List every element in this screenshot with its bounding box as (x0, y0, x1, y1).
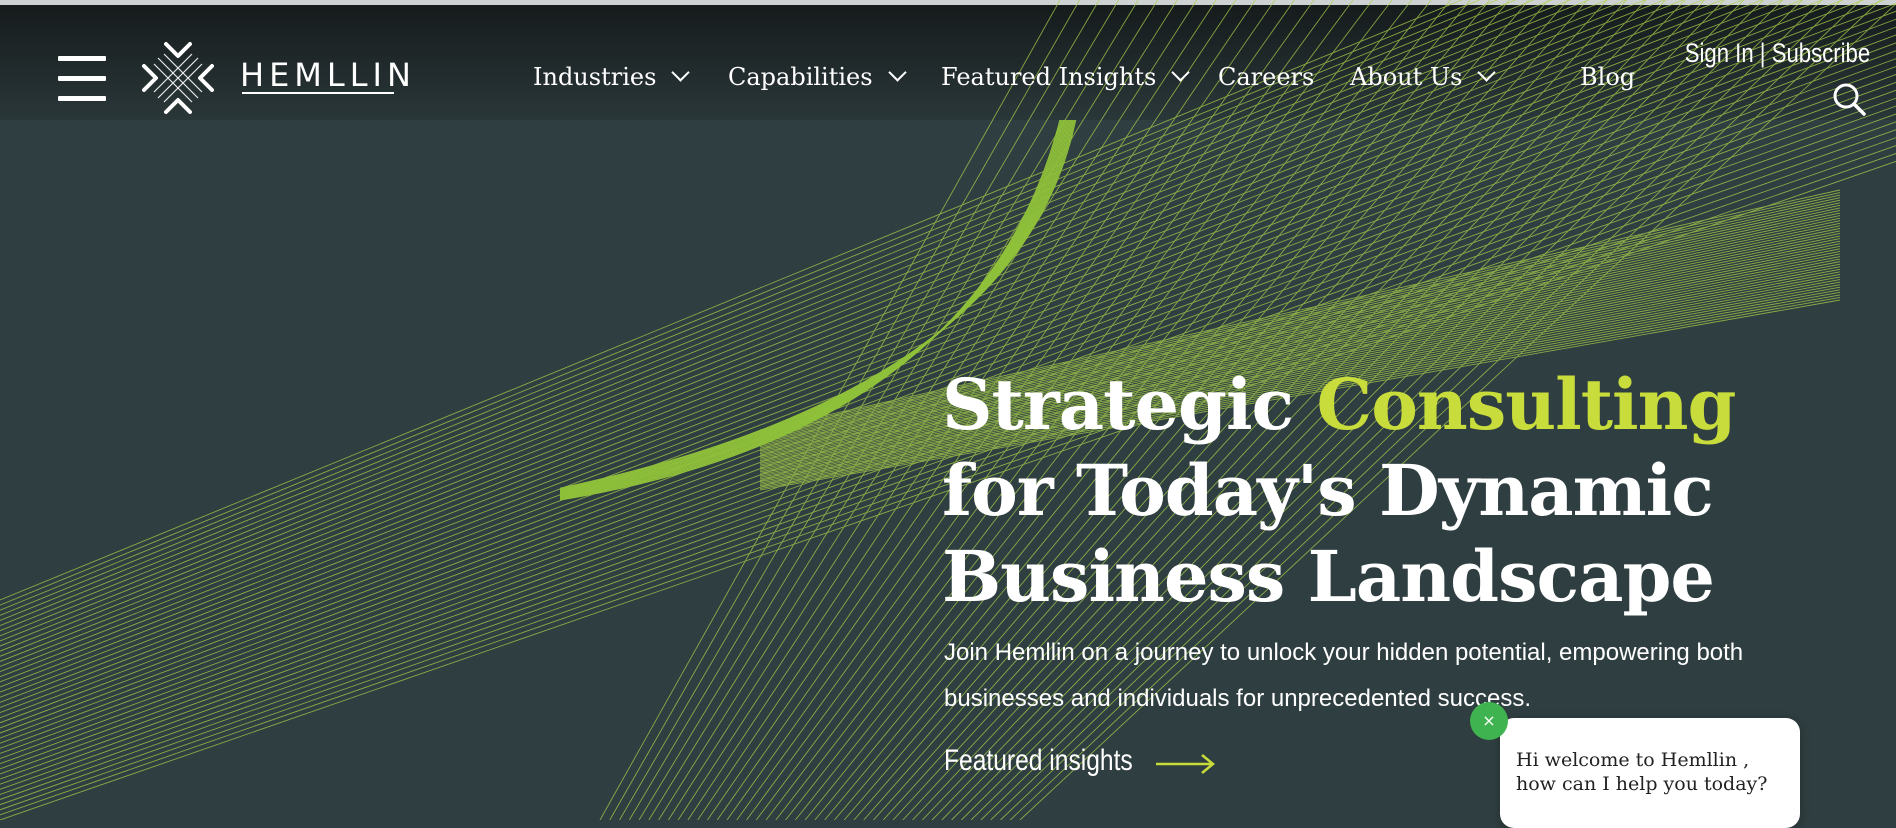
auth-links: Sign In | Subscribe (1685, 38, 1870, 69)
nav-about-us-label: About Us (1350, 63, 1463, 91)
nav-featured-insights-label: Featured Insights (941, 63, 1157, 91)
hero-title-accent: Consulting (1316, 363, 1737, 446)
chat-popup[interactable]: Hi welcome to Hemllin , how can I help y… (1500, 718, 1800, 828)
nav-featured-insights[interactable]: Featured Insights (941, 63, 1191, 91)
hero-title: Strategic Consulting for Today's Dynamic… (942, 362, 1842, 620)
nav-blog-label: Blog (1580, 63, 1636, 91)
hero-subtitle: Join Hemllin on a journey to unlock your… (944, 639, 1744, 712)
logo-mark-icon (142, 42, 214, 114)
logo-underline (242, 92, 394, 94)
chevron-down-icon (671, 63, 691, 82)
arrow-right-icon[interactable] (1154, 752, 1216, 776)
chevron-down-icon (1171, 63, 1191, 82)
chat-close-button[interactable]: × (1470, 702, 1508, 740)
nav-industries-label: Industries (533, 63, 657, 91)
nav-capabilities[interactable]: Capabilities (728, 63, 907, 91)
search-icon[interactable] (1832, 82, 1866, 116)
logo-wordmark: HEMLLIN (240, 56, 416, 94)
chat-message: Hi welcome to Hemllin , how can I help y… (1516, 749, 1768, 795)
chevron-down-icon (887, 63, 907, 82)
hero-title-part2: for Today's Dynamic Business Landscape (942, 449, 1715, 618)
nav-about-us[interactable]: About Us (1350, 63, 1497, 91)
chevron-down-icon (1477, 63, 1497, 82)
auth-separator: | (1759, 38, 1766, 68)
hemllin-logo[interactable]: HEMLLIN (138, 38, 411, 118)
sign-in-link[interactable]: Sign In (1685, 38, 1754, 68)
featured-insights-link[interactable]: Featured insights (944, 744, 1133, 778)
nav-blog[interactable]: Blog (1580, 63, 1635, 91)
hero-title-part1: Strategic (942, 363, 1317, 446)
nav-industries[interactable]: Industries (533, 63, 691, 91)
nav-careers-label: Careers (1218, 63, 1315, 91)
nav-capabilities-label: Capabilities (728, 63, 873, 91)
hamburger-menu-icon[interactable] (58, 56, 106, 102)
subscribe-link[interactable]: Subscribe (1772, 38, 1870, 68)
nav-careers[interactable]: Careers (1218, 63, 1314, 91)
